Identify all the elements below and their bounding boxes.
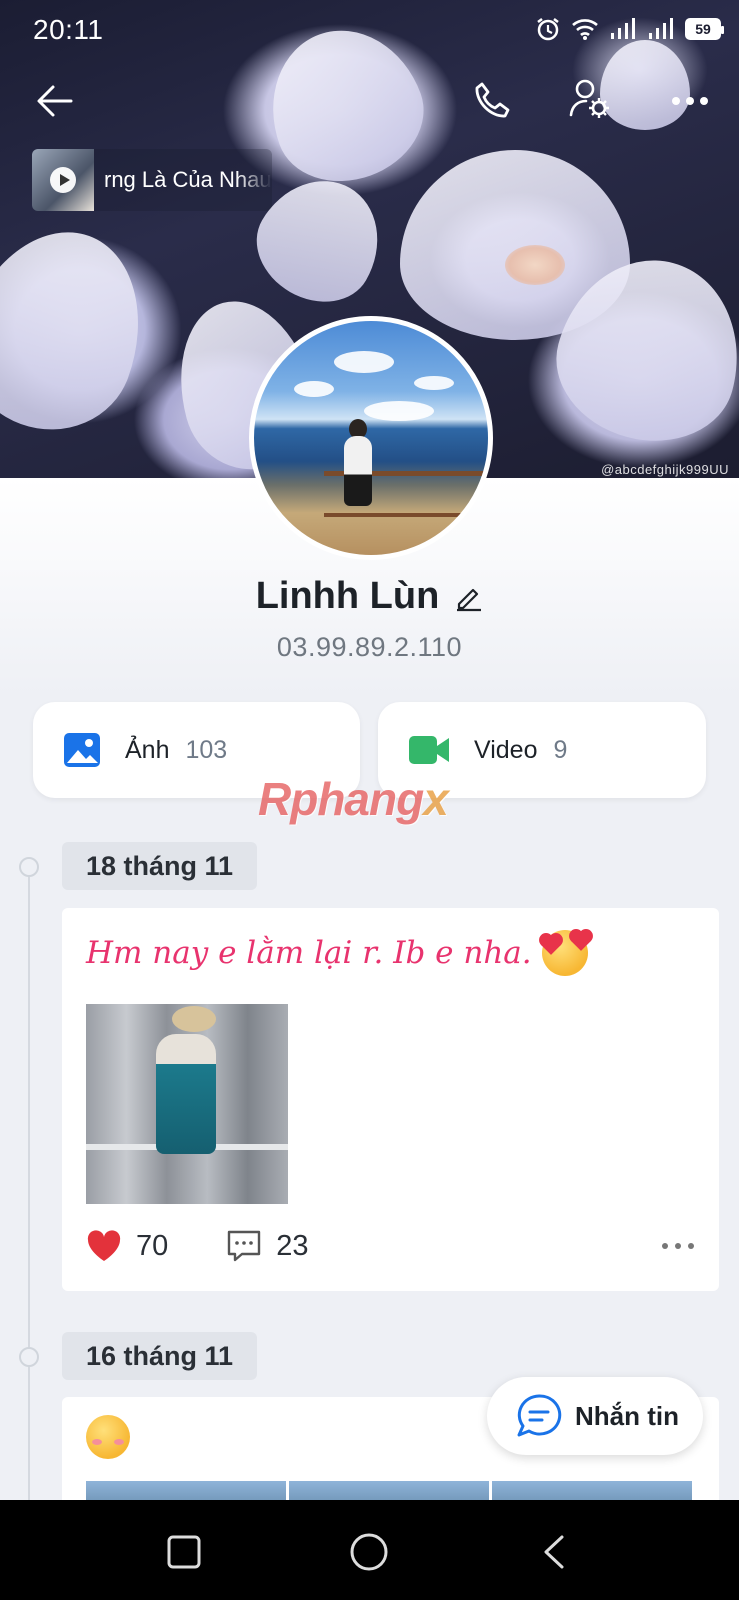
profile-music[interactable]: rng Là Của Nhau [32,149,272,211]
signal-icon-1 [611,18,635,39]
date-chip: 16 tháng 11 [62,1332,258,1380]
user-settings-icon [569,79,609,118]
post-card[interactable]: Hm nay e lằm lại r. Ib e nha. 70 23 [62,908,719,1291]
post-photo[interactable] [86,1004,288,1204]
timeline-dot [19,1347,39,1367]
like-count: 70 [136,1229,169,1262]
photos-label: Ảnh [125,735,170,764]
blushing-emoji [86,1415,130,1459]
more-dots-icon [672,97,708,105]
system-nav-bar [0,1500,739,1600]
chat-bubble-icon [517,1394,562,1437]
alarm-icon [537,18,559,41]
timeline-line [28,866,30,1506]
photos-count: 103 [185,735,228,764]
edit-name-icon[interactable] [453,582,483,612]
profile-name: Linhh Lùn [255,575,440,617]
status-bar: 20:11 59 [0,0,739,60]
videos-label: Video [474,735,538,764]
square-icon [167,1535,201,1569]
profile-settings-button[interactable] [565,74,615,124]
signal-icon-2 [649,18,673,39]
clock: 20:11 [33,14,104,45]
circle-icon [350,1533,388,1571]
post-text: Hm nay e lằm lại r. Ib e nha. [86,930,591,976]
videos-count: 9 [553,735,568,764]
post-more-icon[interactable] [660,1241,696,1251]
brand-watermark: Rphangx [258,772,449,826]
call-button[interactable] [468,76,518,126]
triangle-back-icon [544,1535,564,1569]
music-thumbnail[interactable] [32,149,94,211]
brand-watermark-tail: x [423,773,449,825]
profile-phone: 03.99.89.2.110 [276,632,463,662]
send-message-label: Nhắn tin [575,1400,679,1431]
recent-apps-button[interactable] [162,1530,206,1574]
heart-icon[interactable] [86,1230,122,1262]
date-chip: 18 tháng 11 [62,842,258,890]
music-title: rng Là Của Nhau [104,167,272,192]
post-caption: Hm nay e lằm lại r. Ib e nha. [86,935,532,971]
back-nav-button[interactable] [532,1530,576,1574]
video-camera-icon [409,736,449,764]
cover-watermark: @abcdefghijk999UU [601,462,729,477]
avatar[interactable] [249,316,493,560]
send-message-button[interactable]: Nhắn tin [487,1377,703,1455]
image-icon [64,733,100,767]
comment-button[interactable]: 23 [226,1229,309,1263]
brand-watermark-main: Rphang [258,773,424,825]
comment-count: 23 [276,1229,309,1262]
back-button[interactable] [30,76,80,126]
play-icon [50,167,76,193]
more-options-button[interactable] [665,76,715,126]
post-actions: 70 23 [86,1226,696,1266]
back-arrow-icon [37,85,73,117]
home-button[interactable] [347,1530,391,1574]
timeline-dot [19,857,39,877]
wifi-icon [572,19,598,40]
phone-icon [475,82,510,118]
comment-icon [228,1230,261,1262]
smiling-hearts-emoji [540,930,591,976]
battery-indicator: 59 [685,18,724,40]
